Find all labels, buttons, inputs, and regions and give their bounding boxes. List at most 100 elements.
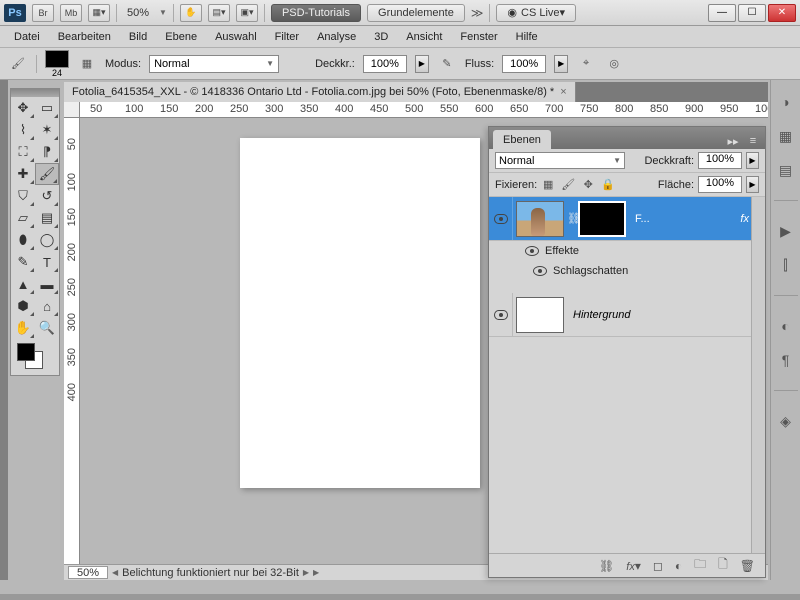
visibility-toggle-icon[interactable] bbox=[525, 246, 539, 256]
hand-tool[interactable]: ✋ bbox=[11, 317, 35, 339]
3d-camera-tool[interactable]: ⌂ bbox=[35, 295, 59, 317]
zoom-field[interactable]: 50% bbox=[68, 566, 108, 579]
zoom-level[interactable]: 50% bbox=[123, 7, 153, 19]
close-tab-icon[interactable]: × bbox=[560, 86, 566, 98]
horizontal-ruler[interactable]: 5010015020025030035040045050055060065070… bbox=[80, 102, 768, 118]
history-brush-tool[interactable]: ↺ bbox=[35, 185, 59, 207]
airbrush-icon[interactable]: ⌖ bbox=[576, 54, 596, 74]
eyedropper-tool[interactable]: ⁋ bbox=[35, 141, 59, 163]
layer-mask-thumbnail[interactable] bbox=[578, 201, 626, 237]
arrange-docs-button[interactable]: ▤▾ bbox=[208, 4, 230, 22]
lock-transparency-icon[interactable]: ▦ bbox=[541, 178, 555, 191]
brush-tool-icon[interactable]: 🖌 bbox=[8, 54, 28, 74]
maximize-button[interactable]: ☐ bbox=[738, 4, 766, 22]
pen-tool[interactable]: ✎ bbox=[11, 251, 35, 273]
screen-mode-button[interactable]: ▣▾ bbox=[236, 4, 258, 22]
fill-arrow[interactable]: ▶ bbox=[746, 176, 759, 193]
menu-filter[interactable]: Filter bbox=[267, 29, 307, 45]
workspace-grundelemente-button[interactable]: Grundelemente bbox=[367, 4, 465, 22]
tablet-size-icon[interactable]: ◎ bbox=[604, 54, 624, 74]
delete-layer-icon[interactable]: 🗑 bbox=[740, 559, 755, 573]
layer-row-hintergrund[interactable]: Hintergrund bbox=[489, 293, 765, 337]
menu-3d[interactable]: 3D bbox=[366, 29, 396, 45]
fill-field[interactable]: 100% bbox=[698, 176, 742, 193]
crop-tool[interactable]: ⛶ bbox=[11, 141, 35, 163]
adjustment-layer-icon[interactable]: ◐ bbox=[675, 559, 682, 573]
panel-collapse-icon[interactable]: ▸▸ bbox=[725, 133, 741, 149]
document-tab[interactable]: Fotolia_6415354_XXL - © 1418336 Ontario … bbox=[64, 82, 576, 102]
ruler-origin[interactable] bbox=[64, 102, 80, 118]
menu-datei[interactable]: Datei bbox=[6, 29, 48, 45]
layer-opacity-arrow[interactable]: ▶ bbox=[746, 152, 759, 169]
lock-pixels-icon[interactable]: 🖌 bbox=[561, 178, 575, 191]
move-tool[interactable]: ✥ bbox=[11, 97, 35, 119]
lock-position-icon[interactable]: ✥ bbox=[581, 178, 595, 191]
adjustments-panel-icon[interactable]: ▶ bbox=[776, 221, 796, 241]
lasso-tool[interactable]: ⌇ bbox=[11, 119, 35, 141]
menu-fenster[interactable]: Fenster bbox=[452, 29, 505, 45]
opacity-arrow[interactable]: ▶ bbox=[415, 55, 429, 73]
flow-field[interactable]: 100% bbox=[502, 55, 546, 73]
menu-ansicht[interactable]: Ansicht bbox=[398, 29, 450, 45]
shape-tool[interactable]: ▬ bbox=[35, 273, 59, 295]
path-select-tool[interactable]: ▲ bbox=[11, 273, 35, 295]
swatches-panel-icon[interactable]: ▦ bbox=[776, 126, 796, 146]
layer-name[interactable]: Hintergrund bbox=[567, 309, 765, 321]
healing-tool[interactable]: ✚ bbox=[11, 163, 35, 185]
eraser-tool[interactable]: ▱ bbox=[11, 207, 35, 229]
menu-hilfe[interactable]: Hilfe bbox=[508, 29, 546, 45]
blur-tool[interactable]: ⬮ bbox=[11, 229, 35, 251]
tablet-opacity-icon[interactable]: ✎ bbox=[437, 54, 457, 74]
dodge-tool[interactable]: ◯ bbox=[35, 229, 59, 251]
type-tool[interactable]: T bbox=[35, 251, 59, 273]
effect-schlagschatten-row[interactable]: Schlagschatten bbox=[489, 261, 765, 281]
layer-thumbnail[interactable] bbox=[516, 201, 564, 237]
panel-menu-icon[interactable]: ≡ bbox=[745, 133, 761, 149]
color-swatches[interactable] bbox=[11, 339, 59, 375]
status-next-icon[interactable]: ▶ bbox=[303, 568, 309, 577]
close-button[interactable]: ✕ bbox=[768, 4, 796, 22]
layer-thumbnail[interactable] bbox=[516, 297, 564, 333]
layer-opacity-field[interactable]: 100% bbox=[698, 152, 742, 169]
foreground-color-swatch[interactable] bbox=[17, 343, 35, 361]
menu-analyse[interactable]: Analyse bbox=[309, 29, 364, 45]
layer-mask-icon[interactable]: ◻ bbox=[653, 559, 663, 573]
styles-panel-icon[interactable]: ▤ bbox=[776, 160, 796, 180]
color-panel-icon[interactable]: ◑ bbox=[776, 92, 796, 112]
status-prev-icon[interactable]: ◀ bbox=[112, 568, 118, 577]
visibility-toggle-icon[interactable] bbox=[494, 310, 508, 320]
view-extras-button[interactable]: ▦▾ bbox=[88, 4, 110, 22]
workspace-tutorials-button[interactable]: PSD-Tutorials bbox=[271, 4, 361, 22]
layer-name[interactable]: F... bbox=[629, 213, 740, 225]
half-circle-icon[interactable]: ◐ bbox=[776, 316, 796, 336]
menu-bild[interactable]: Bild bbox=[121, 29, 155, 45]
layer-group-icon[interactable]: 🗀 bbox=[694, 555, 706, 576]
tab-ebenen[interactable]: Ebenen bbox=[493, 130, 551, 149]
menu-bearbeiten[interactable]: Bearbeiten bbox=[50, 29, 119, 45]
flow-arrow[interactable]: ▶ bbox=[554, 55, 568, 73]
marquee-tool[interactable]: ▭ bbox=[35, 97, 59, 119]
3d-tool[interactable]: ⬢ bbox=[11, 295, 35, 317]
zoom-tool[interactable]: 🔍 bbox=[35, 317, 59, 339]
mask-link-icon[interactable]: ⛓ bbox=[567, 212, 575, 225]
visibility-toggle-icon[interactable] bbox=[533, 266, 547, 276]
link-layers-icon[interactable]: ⛓ bbox=[599, 559, 614, 573]
cs-live-button[interactable]: ◉ CS Live ▾ bbox=[496, 4, 576, 22]
workspace-more-icon[interactable]: ≫ bbox=[471, 6, 484, 20]
blend-mode-dropdown[interactable]: Normal▼ bbox=[149, 55, 279, 73]
lock-all-icon[interactable]: 🔒 bbox=[601, 178, 615, 191]
layer-row-foto[interactable]: ⛓ F... fx ▾ bbox=[489, 197, 765, 241]
stamp-tool[interactable]: ⛉ bbox=[11, 185, 35, 207]
minimize-button[interactable]: — bbox=[708, 4, 736, 22]
left-dock-strip[interactable] bbox=[0, 80, 8, 580]
visibility-toggle-icon[interactable] bbox=[494, 214, 508, 224]
layer-style-icon[interactable]: fx▾ bbox=[626, 559, 641, 573]
layer-scrollbar[interactable] bbox=[751, 197, 765, 553]
brush-preview[interactable] bbox=[45, 50, 69, 68]
new-layer-icon[interactable]: 🗋 bbox=[718, 555, 728, 576]
layer-blend-dropdown[interactable]: Normal▼ bbox=[495, 152, 625, 169]
menu-ebene[interactable]: Ebene bbox=[157, 29, 205, 45]
gradient-tool[interactable]: ▤ bbox=[35, 207, 59, 229]
minibridge-button[interactable]: Mb bbox=[60, 4, 82, 22]
bridge-button[interactable]: Br bbox=[32, 4, 54, 22]
